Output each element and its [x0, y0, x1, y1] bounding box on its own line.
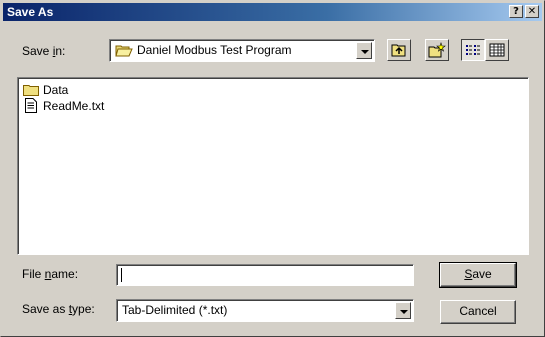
- current-location: Daniel Modbus Test Program: [137, 43, 292, 57]
- open-folder-icon: [115, 45, 133, 57]
- save-as-type-value: Tab-Delimited (*.txt): [122, 303, 228, 317]
- save-as-type-dropdown[interactable]: Tab-Delimited (*.txt): [116, 299, 414, 322]
- save-as-type-dropdown-arrow[interactable]: [395, 302, 411, 319]
- list-view-icon: [466, 45, 480, 55]
- details-view-icon: [489, 43, 505, 57]
- cancel-button[interactable]: Cancel: [440, 300, 516, 324]
- text-caret: [121, 268, 122, 282]
- title-bar[interactable]: Save As ? ✕: [3, 3, 542, 21]
- save-in-label: Save in:: [22, 44, 66, 58]
- up-one-level-button[interactable]: [387, 39, 411, 61]
- up-one-level-icon: [391, 44, 406, 57]
- list-item-name: Data: [43, 83, 69, 97]
- file-name-label: File name:: [22, 267, 79, 281]
- file-name-input[interactable]: [116, 264, 414, 286]
- text-file-icon: [25, 98, 37, 113]
- close-button[interactable]: ✕: [525, 5, 539, 18]
- details-view-button[interactable]: [485, 39, 509, 61]
- save-button[interactable]: Save: [439, 262, 517, 288]
- list-item-name: ReadMe.txt: [43, 99, 105, 113]
- create-new-folder-button[interactable]: [425, 39, 449, 61]
- folder-icon: [23, 85, 39, 96]
- save-as-dialog: Save As ? ✕ Save in: Daniel Modbus Test …: [0, 0, 545, 337]
- help-icon: ?: [513, 6, 519, 17]
- file-list[interactable]: Data ReadMe.txt: [17, 77, 529, 255]
- save-in-dropdown-arrow[interactable]: [356, 42, 372, 59]
- help-button[interactable]: ?: [509, 5, 523, 18]
- save-in-dropdown[interactable]: Daniel Modbus Test Program: [109, 39, 375, 62]
- save-as-type-label: Save as type:: [22, 302, 95, 316]
- close-icon: ✕: [527, 6, 537, 17]
- window-title: Save As: [7, 5, 54, 19]
- create-new-folder-icon: [428, 42, 446, 58]
- list-view-button[interactable]: [461, 39, 485, 61]
